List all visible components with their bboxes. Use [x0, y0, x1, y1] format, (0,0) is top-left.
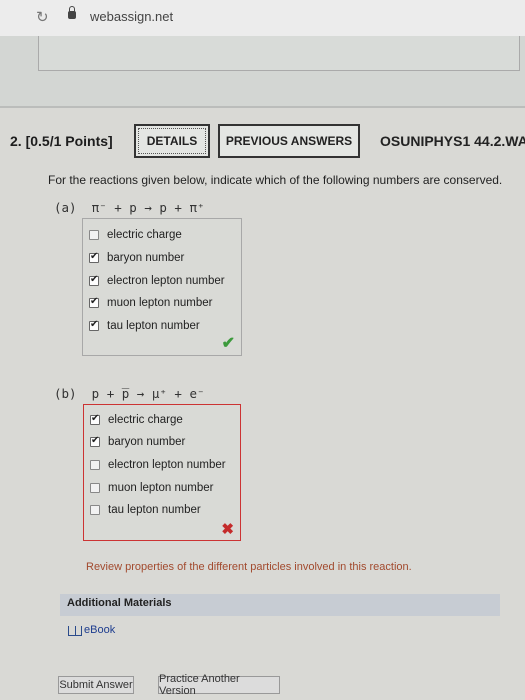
option-muon-lepton-number[interactable]: muon lepton number — [89, 293, 212, 313]
reload-icon[interactable]: ↻ — [36, 8, 49, 26]
lock-icon — [68, 6, 76, 19]
reaction-equation: π⁻ + p → p + π⁺ — [91, 200, 205, 215]
previous-answers-button[interactable]: PREVIOUS ANSWERS — [218, 124, 360, 158]
previous-answer-box — [38, 36, 520, 71]
question-instructions: For the reactions given below, indicate … — [48, 173, 503, 187]
option-electric-charge[interactable]: electric charge — [90, 410, 183, 430]
option-label: tau lepton number — [107, 320, 200, 332]
option-electron-lepton-number[interactable]: electron lepton number — [90, 455, 226, 475]
option-label: baryon number — [107, 252, 185, 264]
practice-another-version-button[interactable]: Practice Another Version — [158, 673, 280, 697]
hint-text: Review properties of the different parti… — [86, 561, 412, 573]
reaction-equation: p + p̅ → μ⁺ + e⁻ — [91, 386, 205, 401]
option-electric-charge[interactable]: electric charge — [89, 225, 182, 245]
checkbox[interactable] — [90, 413, 100, 425]
correct-check-icon: ✔ — [221, 335, 235, 352]
option-label: tau lepton number — [108, 504, 201, 516]
option-tau-lepton-number[interactable]: tau lepton number — [90, 500, 201, 520]
part-label: (b) — [54, 386, 77, 401]
option-baryon-number[interactable]: baryon number — [89, 248, 184, 268]
option-label: electron lepton number — [107, 275, 225, 287]
checkbox[interactable] — [89, 230, 99, 240]
part-a-header: (a) π⁻ + p → p + π⁺ — [54, 200, 205, 215]
option-electron-lepton-number[interactable]: electron lepton number — [89, 271, 225, 291]
checkbox[interactable] — [90, 460, 100, 470]
checkbox[interactable] — [89, 251, 99, 263]
browser-toolbar: ↻ webassign.net — [0, 0, 525, 36]
part-label: (a) — [54, 200, 77, 215]
question-code: OSUNIPHYS1 44.2.WA. — [380, 133, 525, 149]
checkbox[interactable] — [90, 435, 100, 447]
checkbox[interactable] — [89, 274, 99, 286]
checkbox[interactable] — [90, 505, 100, 515]
book-icon — [68, 626, 82, 636]
checkbox[interactable] — [89, 296, 99, 308]
checkbox[interactable] — [90, 483, 100, 493]
submit-answer-button[interactable]: Submit Answer — [58, 676, 134, 694]
part-b-header: (b) p + p̅ → μ⁺ + e⁻ — [54, 386, 205, 401]
additional-materials-header: Additional Materials — [60, 594, 500, 616]
question-title: 2. [0.5/1 Points] — [10, 133, 113, 149]
materials-title: Additional Materials — [67, 597, 172, 609]
option-label: electron lepton number — [108, 459, 226, 471]
previous-question-area — [0, 36, 525, 106]
part-b-answer-box: electric charge baryon number electron l… — [83, 404, 241, 541]
option-label: electric charge — [108, 414, 183, 426]
incorrect-x-icon: ✖ — [221, 521, 234, 538]
option-baryon-number[interactable]: baryon number — [90, 432, 185, 452]
option-tau-lepton-number[interactable]: tau lepton number — [89, 316, 200, 336]
option-label: baryon number — [108, 436, 186, 448]
option-label: muon lepton number — [107, 297, 213, 309]
details-button[interactable]: DETAILS — [134, 124, 210, 158]
ebook-link[interactable]: eBook — [84, 624, 115, 636]
checkbox[interactable] — [89, 319, 99, 331]
option-label: electric charge — [107, 229, 182, 241]
option-label: muon lepton number — [108, 482, 214, 494]
divider — [0, 106, 525, 108]
option-muon-lepton-number[interactable]: muon lepton number — [90, 478, 213, 498]
address-bar[interactable]: webassign.net — [90, 9, 173, 24]
part-a-answer-box: electric charge baryon number electron l… — [82, 218, 242, 356]
